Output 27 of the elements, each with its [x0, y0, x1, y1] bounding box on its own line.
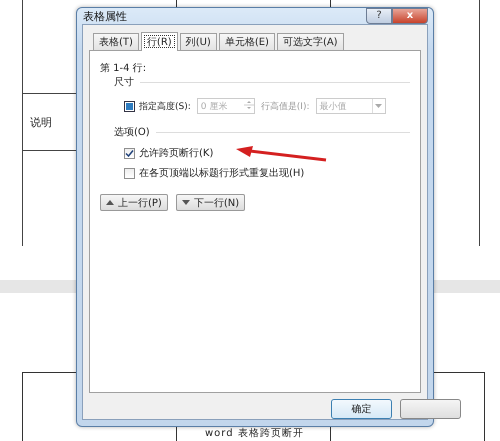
checkbox[interactable] — [124, 148, 135, 158]
dialog-button[interactable] — [400, 399, 461, 419]
tab[interactable]: 表格(T) — [93, 33, 139, 50]
nav-button[interactable]: 上一行(P) — [100, 194, 168, 211]
table-cell: 说明 — [30, 115, 52, 130]
ok-button[interactable]: 确定 — [331, 399, 392, 419]
checkbox-label: 允许跨页断行(K) — [139, 146, 214, 160]
group-title: 尺寸 — [114, 76, 134, 89]
tab[interactable]: 行(R) — [140, 32, 178, 51]
window-title: 表格属性 — [83, 8, 127, 24]
checkbox-label: 在各页顶端以标题行形式重复出现(H) — [139, 166, 304, 180]
triangle-icon — [182, 200, 190, 205]
tab[interactable]: 单元格(E) — [218, 33, 275, 50]
rows-label: 第 1-4 行: — [100, 62, 148, 73]
nav-button[interactable]: 下一行(N) — [176, 194, 246, 211]
tab[interactable]: 列(U) — [180, 33, 217, 50]
checkbox[interactable] — [124, 100, 135, 112]
triangle-icon — [106, 200, 114, 205]
checkbox-label: 指定高度(S): — [139, 100, 191, 112]
group-title: 选项(O) — [114, 126, 150, 139]
help-button[interactable]: ? — [366, 8, 392, 24]
dropdown-arrow-icon[interactable] — [372, 99, 384, 113]
checkbox[interactable] — [124, 168, 135, 178]
tab[interactable]: 可选文字(A) — [276, 33, 344, 50]
table-cell: word 表格跨页断开 — [205, 428, 304, 440]
field-label: 行高值是(I): — [260, 100, 310, 112]
arrow-icon — [236, 146, 328, 162]
